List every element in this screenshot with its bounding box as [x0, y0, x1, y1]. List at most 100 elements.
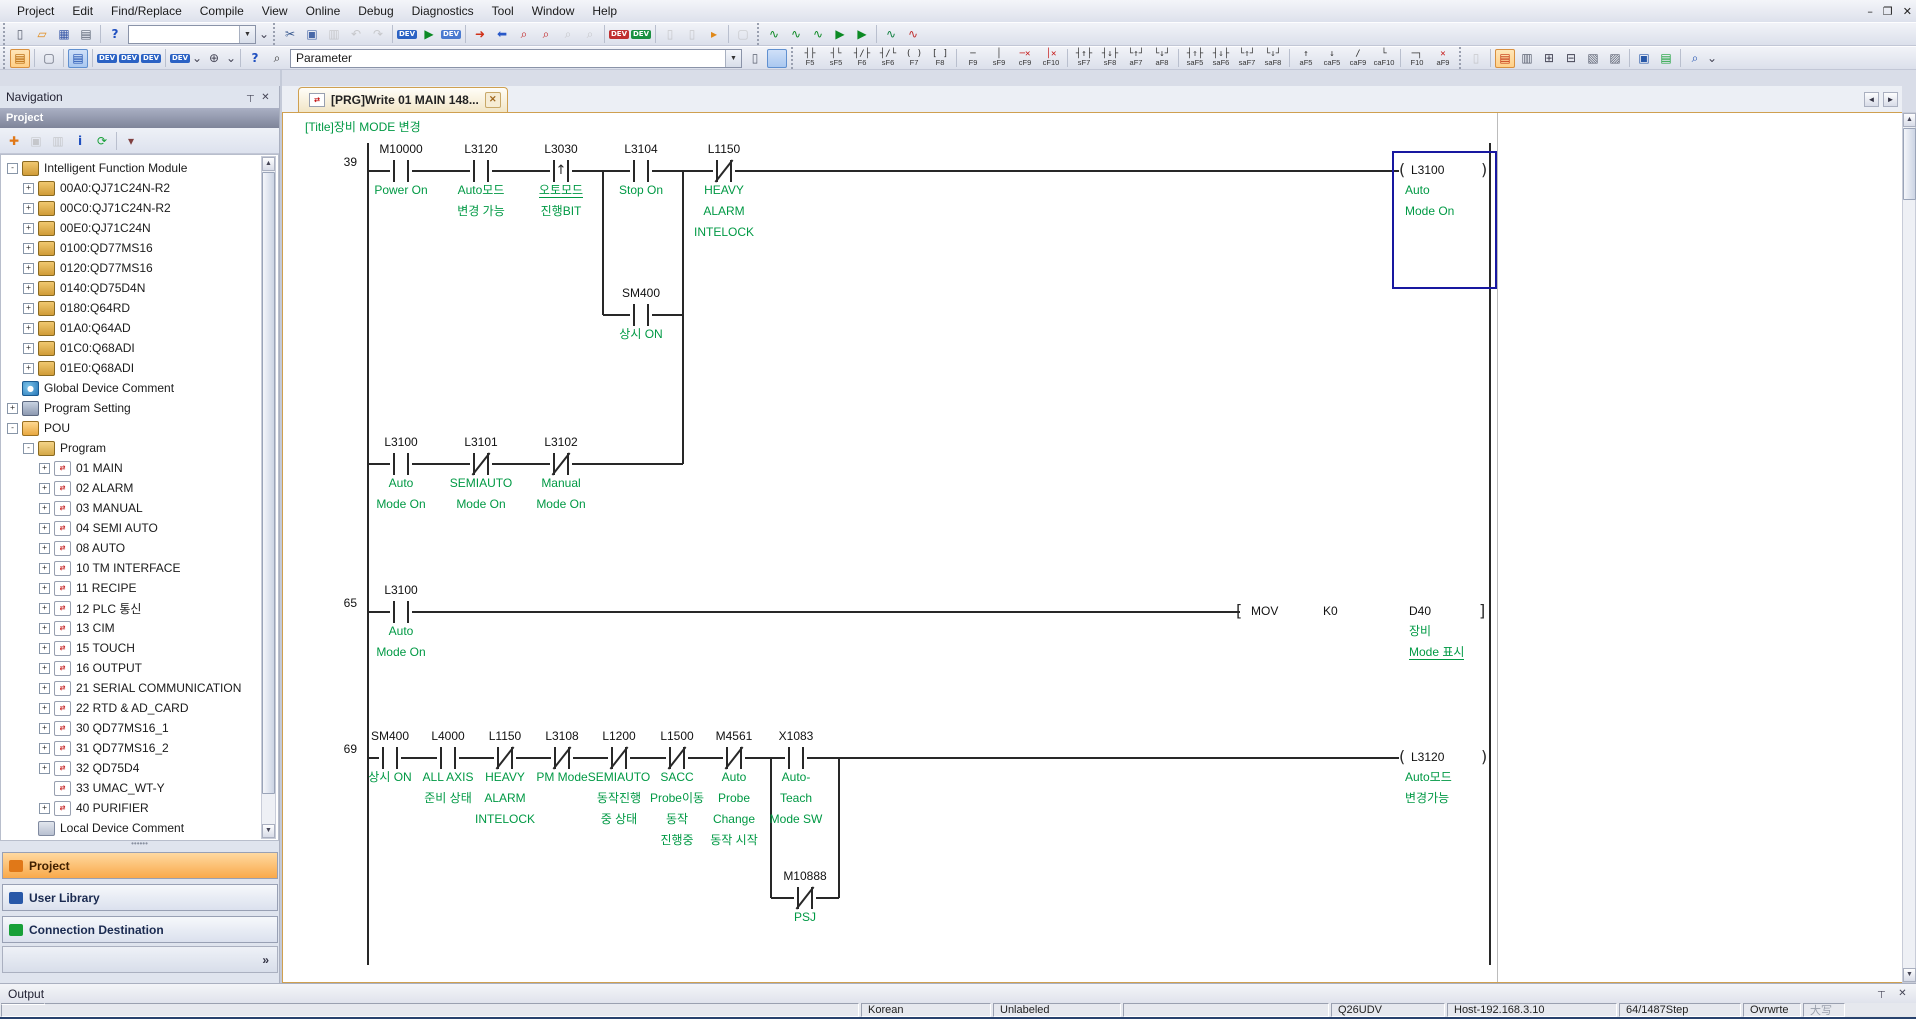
coil-L3120[interactable]: L3120 [1411, 750, 1444, 764]
contact-no-L3120[interactable] [470, 160, 492, 182]
tree-item-program[interactable]: -Program [1, 438, 278, 458]
tree-expander-icon[interactable]: - [23, 443, 34, 454]
ladder-symbol-cF9[interactable]: ─✕cF9 [1012, 47, 1038, 69]
view-button-user-library[interactable]: User Library [2, 884, 278, 911]
tree-item-10-tm-interface[interactable]: +⇄10 TM INTERFACE [1, 558, 278, 578]
toolbar-options-icon[interactable]: ⌄ [259, 25, 269, 44]
tree-item-global-device-comment[interactable]: ●Global Device Comment [1, 378, 278, 398]
contact-nc-L1200[interactable] [608, 747, 630, 769]
help-icon[interactable]: ? [105, 25, 125, 44]
tree-expander-icon[interactable]: + [23, 283, 34, 294]
ladder-symbol-caF5[interactable]: ↓caF5 [1319, 47, 1345, 69]
device-test-stop-icon[interactable]: ∿ [903, 25, 923, 44]
tree-expander-icon[interactable]: + [39, 543, 50, 554]
program-check-icon[interactable]: ▯ [660, 25, 680, 44]
ladder-symbol-saF7[interactable]: └⇑┘saF7 [1234, 47, 1260, 69]
contact-no-L3100[interactable] [390, 453, 412, 475]
read-mode-icon[interactable]: ▥ [1517, 49, 1537, 68]
tree-item-32-qd75d4[interactable]: +⇄32 QD75D4 [1, 758, 278, 778]
docking-window-icon[interactable]: ▤ [68, 49, 88, 68]
recent-combo-dropdown-icon[interactable]: ▼ [239, 26, 255, 43]
panel-chevron[interactable]: » [2, 946, 278, 973]
editor-scroll-thumb[interactable] [1903, 128, 1916, 200]
tree-expander-icon[interactable]: + [23, 243, 34, 254]
print-icon[interactable]: ▤ [76, 25, 96, 44]
ladder-symbol-sF6[interactable]: ┤/└sF6 [875, 47, 901, 69]
menu-project[interactable]: Project [8, 2, 63, 20]
undo-icon[interactable]: ↶ [346, 25, 366, 44]
tree-item-0140-qd75d4n[interactable]: +0140:QD75D4N [1, 278, 278, 298]
tree-expander-icon[interactable]: + [23, 203, 34, 214]
tree-item-33-umac-wt-y[interactable]: ⇄33 UMAC_WT-Y [1, 778, 278, 798]
tree-item-30-qd77ms16-1[interactable]: +⇄30 QD77MS16_1 [1, 718, 278, 738]
tree-item-13-cim[interactable]: +⇄13 CIM [1, 618, 278, 638]
ladder-editor[interactable]: [Title]장비 MODE 변경 396569M10000Power OnL3… [282, 112, 1902, 983]
tree-expander-icon[interactable]: + [7, 403, 18, 414]
nav-new-icon[interactable]: ✚ [4, 131, 24, 150]
ladder-symbol-cF10[interactable]: │✕cF10 [1038, 47, 1064, 69]
tree-expander-icon[interactable]: - [7, 423, 18, 434]
monitor-mode-icon[interactable]: ▶ [419, 25, 439, 44]
tree-item-01c0-q68adi[interactable]: +01C0:Q68ADI [1, 338, 278, 358]
menu-window[interactable]: Window [523, 2, 584, 20]
tree-item-04-semi-auto[interactable]: +⇄04 SEMI AUTO [1, 518, 278, 538]
monitor-write-icon[interactable]: ⌕ [580, 25, 600, 44]
tree-scroll-thumb[interactable] [262, 172, 275, 794]
zoom-dropdown-icon[interactable]: ⌄ [1707, 49, 1717, 68]
ladder-symbol-sF7[interactable]: ┤↑├sF7 [1071, 47, 1097, 69]
tree-expander-icon[interactable]: + [39, 763, 50, 774]
menu-edit[interactable]: Edit [63, 2, 102, 20]
tree-item-31-qd77ms16-2[interactable]: +⇄31 QD77MS16_2 [1, 738, 278, 758]
ladder-symbol-saF5[interactable]: ┤⇑├saF5 [1182, 47, 1208, 69]
zoom-icon[interactable]: ⌕ [1685, 49, 1705, 68]
tree-expander-icon[interactable]: + [39, 563, 50, 574]
contact-nc-L1500[interactable] [666, 747, 688, 769]
tree-expander-icon[interactable]: + [39, 603, 50, 614]
find-icon[interactable]: ⌕ [267, 49, 287, 68]
tree-expander-icon[interactable]: + [23, 303, 34, 314]
view-button-connection-destination[interactable]: Connection Destination [2, 916, 278, 943]
contact-no-L3104[interactable] [630, 160, 652, 182]
online-program-change-icon[interactable]: ▸ [704, 25, 724, 44]
redo-icon[interactable]: ↷ [368, 25, 388, 44]
contact-no-X1083[interactable] [785, 747, 807, 769]
contact-nc-M10888[interactable] [794, 887, 816, 909]
tab-close-icon[interactable]: ✕ [485, 92, 501, 108]
menu-diagnostics[interactable]: Diagnostics [403, 2, 483, 20]
tab-next-icon[interactable]: ► [1883, 92, 1898, 107]
nav-refresh-icon[interactable]: ⟳ [92, 131, 112, 150]
tree-item-12-plc-[interactable]: +⇄12 PLC 통신 [1, 598, 278, 618]
menu-find-replace[interactable]: Find/Replace [102, 2, 191, 20]
instruction-K0[interactable]: K0 [1323, 604, 1338, 618]
cross-reference-icon[interactable]: ⊕ [204, 49, 224, 68]
tree-expander-icon[interactable]: + [39, 743, 50, 754]
device-test-icon[interactable]: DEV [609, 25, 629, 44]
paste-icon[interactable]: ▥ [324, 25, 344, 44]
write-to-plc-icon[interactable]: ➜ [470, 25, 490, 44]
menu-help[interactable]: Help [583, 2, 626, 20]
ladder-symbol-aF5[interactable]: ↑aF5 [1293, 47, 1319, 69]
pause-monitor-icon[interactable]: ▶ [830, 25, 850, 44]
tree-expander-icon[interactable]: + [39, 503, 50, 514]
tree-item-0180-q64rd[interactable]: +0180:Q64RD [1, 298, 278, 318]
inline-st-icon[interactable]: ▯ [1466, 49, 1486, 68]
blank-toggle-icon[interactable] [767, 49, 787, 68]
close-panel-icon[interactable]: ✕ [258, 90, 273, 105]
parameter-combo[interactable]: Parameter▼ [290, 49, 742, 68]
tree-expander-icon[interactable]: - [7, 163, 18, 174]
tree-item-16-output[interactable]: +⇄16 OUTPUT [1, 658, 278, 678]
ladder-symbol-F10[interactable]: ─┐F10 [1404, 47, 1430, 69]
contact-nc-L3101[interactable] [470, 453, 492, 475]
tree-item-01e0-q68adi[interactable]: +01E0:Q68ADI [1, 358, 278, 378]
tree-item-21-serial-communication[interactable]: +⇄21 SERIAL COMMUNICATION [1, 678, 278, 698]
copy-icon[interactable]: ▣ [302, 25, 322, 44]
tree-item-40-purifier[interactable]: +⇄40 PURIFIER [1, 798, 278, 818]
tree-expander-icon[interactable]: + [23, 183, 34, 194]
ladder-symbol-sF5[interactable]: ┤└sF5 [823, 47, 849, 69]
device-batch-monitor-icon[interactable]: DEV [441, 25, 461, 44]
insert-row-icon[interactable]: ⊞ [1539, 49, 1559, 68]
remote-operation-icon[interactable]: ⌕ [536, 25, 556, 44]
menu-tool[interactable]: Tool [483, 2, 523, 20]
stop-monitor-icon[interactable]: ∿ [808, 25, 828, 44]
tree-expander-icon[interactable]: + [39, 623, 50, 634]
